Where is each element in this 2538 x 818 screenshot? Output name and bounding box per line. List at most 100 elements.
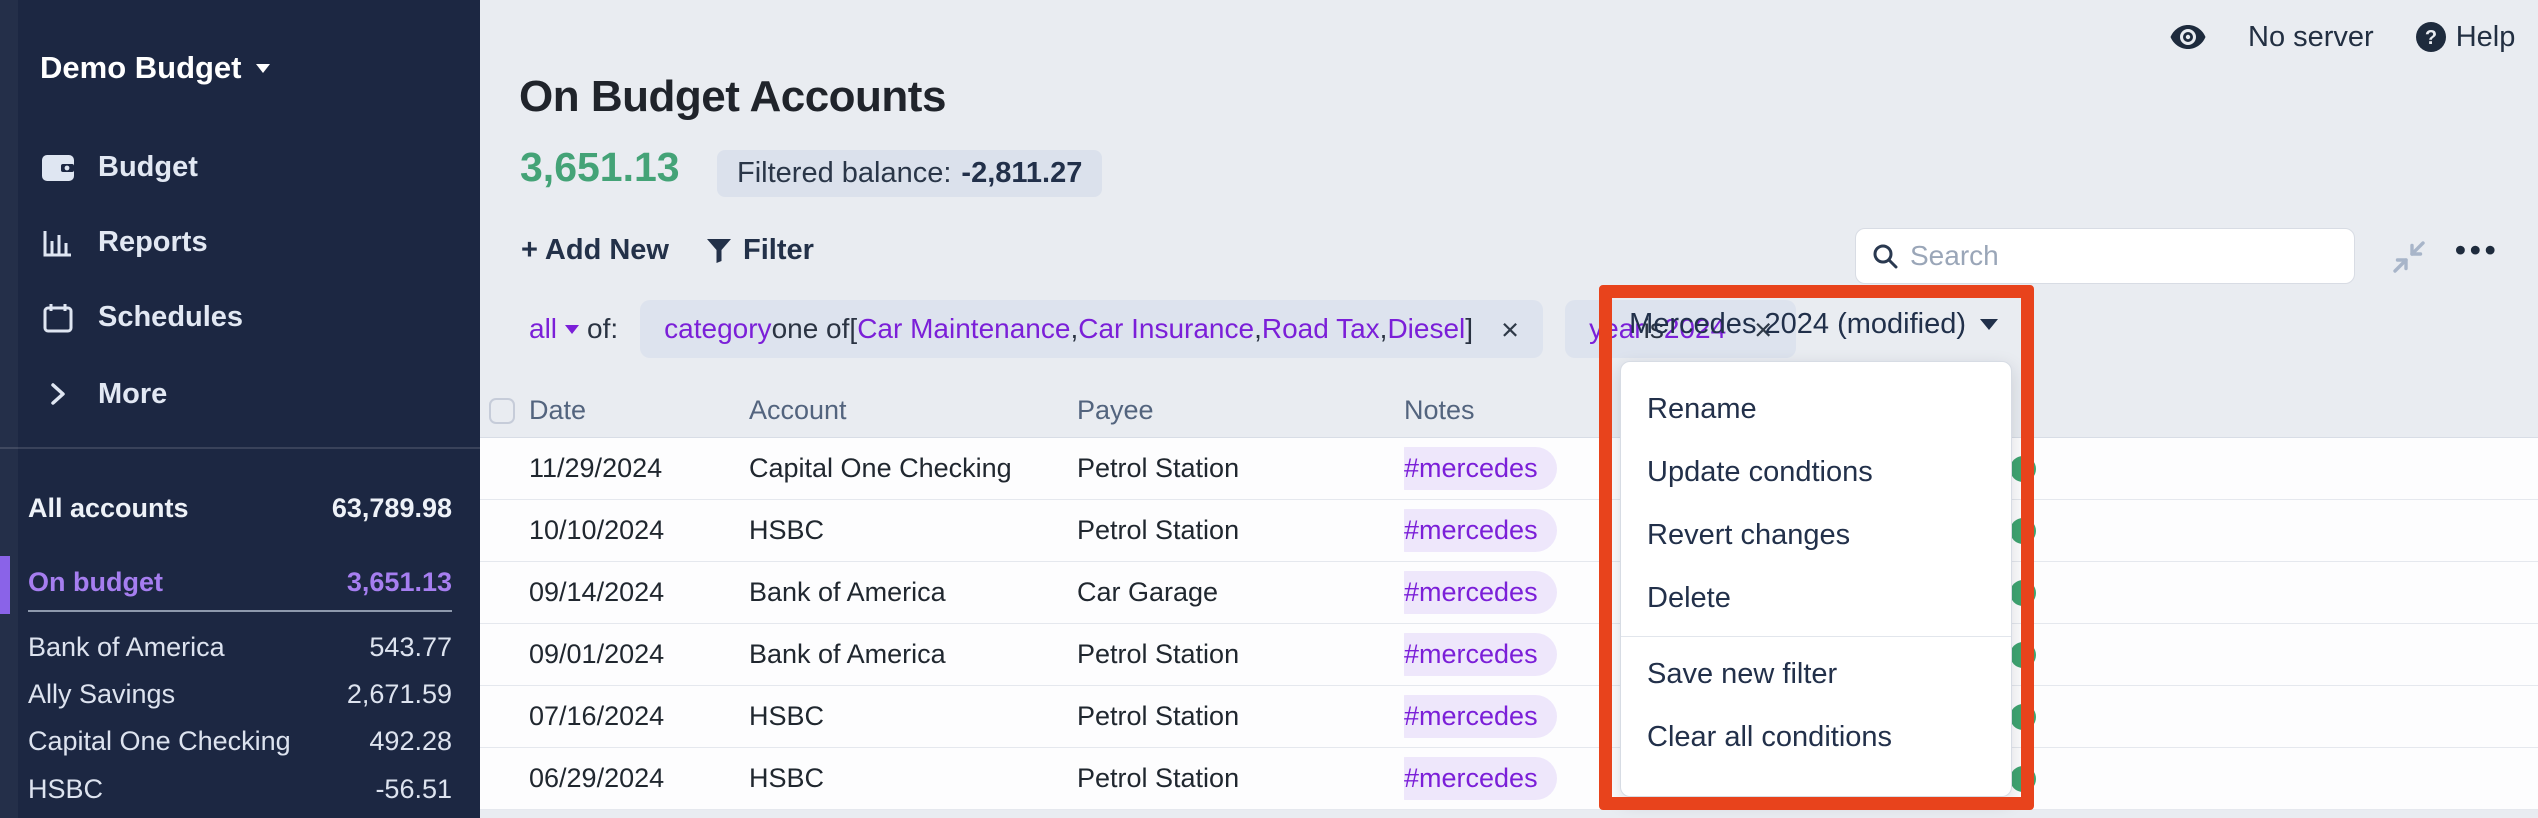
account-balance: 543.77	[369, 632, 452, 663]
on-budget-underline	[28, 610, 452, 612]
cell-account: HSBC	[749, 701, 1077, 732]
saved-filter-dropdown[interactable]: Mercedes 2024 (modified)	[1600, 308, 1998, 341]
budget-file-selector[interactable]: Demo Budget	[40, 50, 270, 86]
add-new-button[interactable]: + Add New	[521, 234, 669, 267]
all-accounts-label: All accounts	[28, 493, 189, 524]
wallet-icon	[40, 155, 76, 181]
column-header-date[interactable]: Date	[529, 395, 749, 426]
cell-payee: Petrol Station	[1077, 763, 1404, 794]
bar-chart-icon	[40, 229, 76, 257]
note-tag: #mercedes	[1404, 571, 1557, 614]
table-row[interactable]: 07/16/2024 HSBC Petrol Station #mercedes…	[480, 686, 2538, 748]
menu-divider	[1621, 636, 2011, 637]
on-budget-balance: 3,651.13	[347, 567, 452, 598]
menu-item-revert-changes[interactable]: Revert changes	[1621, 504, 2011, 567]
cell-account: Capital One Checking	[749, 453, 1077, 484]
cell-payee: Petrol Station	[1077, 701, 1404, 732]
column-header-payee[interactable]: Payee	[1077, 395, 1404, 426]
filter-button[interactable]: Filter	[707, 234, 814, 267]
transactions-table: Date Account Payee Notes Category 11/29/…	[480, 384, 2538, 810]
cleared-status-icon[interactable]	[2010, 580, 2036, 606]
cell-date: 11/29/2024	[529, 453, 749, 484]
all-accounts-balance: 63,789.98	[332, 493, 452, 524]
bracket: [	[849, 313, 857, 345]
chevron-right-icon	[40, 382, 76, 406]
bracket: ]	[1465, 313, 1473, 345]
cell-date: 06/29/2024	[529, 763, 749, 794]
table-row[interactable]: 09/14/2024 Bank of America Car Garage #m…	[480, 562, 2538, 624]
note-tag: #mercedes	[1404, 757, 1557, 800]
account-total-balance[interactable]: 3,651.13	[520, 144, 680, 191]
table-row[interactable]: 09/01/2024 Bank of America Petrol Statio…	[480, 624, 2538, 686]
account-balance: 492.28	[369, 726, 452, 757]
account-name: HSBC	[28, 774, 103, 805]
help-button[interactable]: ? Help	[2416, 21, 2516, 54]
cell-date: 10/10/2024	[529, 515, 749, 546]
cell-date: 09/14/2024	[529, 577, 749, 608]
cleared-status-icon[interactable]	[2010, 518, 2036, 544]
note-tag: #mercedes	[1404, 633, 1557, 676]
sidebar-item-reports[interactable]: Reports	[0, 205, 480, 280]
column-header-account[interactable]: Account	[749, 395, 1077, 426]
sidebar-item-account[interactable]: Capital One Checking 492.28	[28, 722, 452, 760]
funnel-icon	[707, 239, 731, 263]
server-status-button[interactable]: No server	[2248, 21, 2374, 54]
menu-item-clear-all-conditions[interactable]: Clear all conditions	[1621, 706, 2011, 769]
note-tag: #mercedes	[1404, 695, 1557, 738]
sidebar-item-all-accounts[interactable]: All accounts 63,789.98	[28, 489, 452, 527]
sidebar-item-account[interactable]: Ally Savings 2,671.59	[28, 675, 452, 713]
table-header-row: Date Account Payee Notes Category	[480, 384, 2538, 438]
collapse-transactions-button[interactable]	[2390, 238, 2428, 276]
sidebar-item-more[interactable]: More	[0, 355, 480, 433]
cell-account: HSBC	[749, 763, 1077, 794]
table-row[interactable]: 11/29/2024 Capital One Checking Petrol S…	[480, 438, 2538, 500]
sidebar-item-account[interactable]: HSBC -56.51	[28, 770, 452, 808]
cell-payee: Car Garage	[1077, 577, 1404, 608]
cell-account: Bank of America	[749, 577, 1077, 608]
condition-op: one of	[772, 313, 850, 345]
sidebar-item-on-budget[interactable]: On budget 3,651.13	[28, 563, 452, 601]
more-options-button[interactable]: •••	[2455, 232, 2500, 268]
filter-match-dropdown[interactable]: allof:	[529, 313, 618, 345]
menu-item-save-new-filter[interactable]: Save new filter	[1621, 643, 2011, 706]
cleared-status-icon[interactable]	[2010, 766, 2036, 792]
account-balance: 2,671.59	[347, 679, 452, 710]
condition-value: Road Tax	[1262, 313, 1380, 345]
menu-item-update-conditions[interactable]: Update condtions	[1621, 441, 2011, 504]
condition-value: Diesel	[1387, 313, 1465, 345]
sidebar: Demo Budget Budget Reports Schedules	[0, 0, 480, 818]
active-item-indicator	[0, 556, 10, 614]
sidebar-item-schedules[interactable]: Schedules	[0, 280, 480, 355]
saved-filter-menu: Rename Update condtions Revert changes D…	[1620, 361, 2012, 797]
separator: ,	[1254, 313, 1262, 345]
calendar-icon	[40, 303, 76, 333]
sidebar-item-label: Budget	[98, 151, 198, 184]
on-budget-label: On budget	[28, 567, 163, 598]
menu-item-delete[interactable]: Delete	[1621, 567, 2011, 630]
filtered-balance-value: -2,811.27	[961, 157, 1082, 190]
saved-filter-name: Mercedes 2024 (modified)	[1629, 308, 1966, 341]
privacy-eye-button[interactable]	[2170, 25, 2206, 49]
question-icon: ?	[2416, 22, 2446, 52]
sidebar-item-account[interactable]: Bank of America 543.77	[28, 628, 452, 666]
filter-button-label: Filter	[743, 234, 814, 267]
search-input[interactable]	[1910, 240, 2338, 272]
sidebar-item-label: Schedules	[98, 301, 243, 334]
topbar: No server ? Help	[2170, 14, 2515, 60]
cleared-status-icon[interactable]	[2010, 456, 2036, 482]
table-row[interactable]: 10/10/2024 HSBC Petrol Station #mercedes…	[480, 500, 2538, 562]
cleared-status-icon[interactable]	[2010, 704, 2036, 730]
cell-payee: Petrol Station	[1077, 453, 1404, 484]
filter-condition-category[interactable]: category one of [Car Maintenance, Car In…	[640, 300, 1543, 358]
cell-payee: Petrol Station	[1077, 639, 1404, 670]
remove-condition-icon[interactable]: ×	[1501, 314, 1519, 345]
cleared-status-icon[interactable]	[2010, 642, 2036, 668]
sidebar-item-budget[interactable]: Budget	[0, 130, 480, 205]
sidebar-item-label: More	[98, 378, 167, 411]
search-box[interactable]	[1855, 228, 2355, 284]
condition-value: Car Insurance	[1078, 313, 1254, 345]
table-row[interactable]: 06/29/2024 HSBC Petrol Station #mercedes…	[480, 748, 2538, 810]
menu-item-rename[interactable]: Rename	[1621, 378, 2011, 441]
select-all-checkbox[interactable]	[489, 398, 515, 424]
account-name: Bank of America	[28, 632, 225, 663]
